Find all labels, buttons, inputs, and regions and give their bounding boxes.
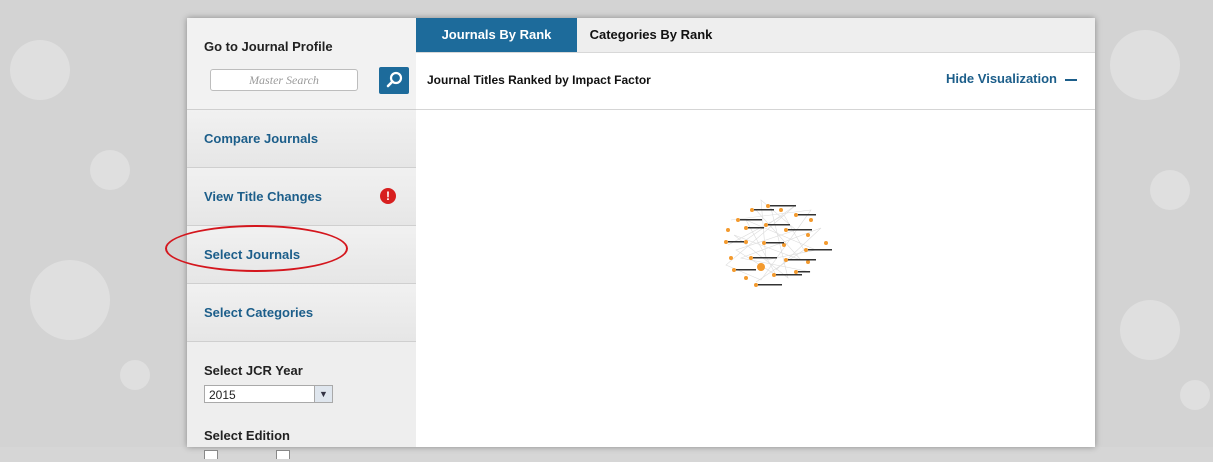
jcr-year-value: 2015	[209, 388, 236, 402]
edition-checkbox-2[interactable]	[276, 450, 290, 459]
edition-checkbox-1[interactable]	[204, 450, 218, 459]
minus-icon	[1065, 78, 1077, 81]
journal-profile-section: Go to Journal Profile Master Search	[187, 18, 416, 110]
master-search-input[interactable]: Master Search	[210, 69, 358, 91]
sidebar-item-compare-journals[interactable]: Compare Journals	[187, 110, 416, 168]
edition-label: Select Edition	[204, 428, 290, 443]
search-icon	[386, 71, 403, 88]
callout-ellipse	[165, 225, 348, 272]
sidebar-item-label: Select Categories	[204, 305, 314, 320]
hide-visualization-label: Hide Visualization	[945, 71, 1057, 86]
network-visualization[interactable]	[416, 110, 1095, 447]
exclamation-icon: !	[380, 188, 396, 204]
tab-bar: Journals By Rank Categories By Rank	[416, 18, 1095, 53]
tab-journals-by-rank[interactable]: Journals By Rank	[416, 18, 577, 52]
sidebar-item-label: View Title Changes	[204, 189, 323, 204]
chevron-down-icon: ▼	[314, 386, 332, 402]
jcr-year-label: Select JCR Year	[204, 363, 303, 378]
tab-categories-by-rank[interactable]: Categories By Rank	[581, 18, 721, 52]
jcr-year-section: Select JCR Year 2015 ▼ Select Edition	[187, 342, 416, 462]
sidebar-item-view-title-changes[interactable]: View Title Changes !	[187, 168, 416, 226]
sidebar-item-select-categories[interactable]: Select Categories	[187, 284, 416, 342]
journal-network-graph[interactable]	[416, 110, 1095, 447]
hide-visualization-link[interactable]: Hide Visualization	[946, 71, 1077, 86]
sidebar-item-label: Compare Journals	[204, 131, 319, 146]
journal-profile-title: Go to Journal Profile	[204, 39, 333, 54]
visualization-header: Journal Titles Ranked by Impact Factor H…	[416, 53, 1095, 110]
page-title: Journal Titles Ranked by Impact Factor	[427, 73, 651, 87]
jcr-year-select[interactable]: 2015 ▼	[204, 385, 333, 403]
search-button[interactable]	[379, 67, 409, 94]
